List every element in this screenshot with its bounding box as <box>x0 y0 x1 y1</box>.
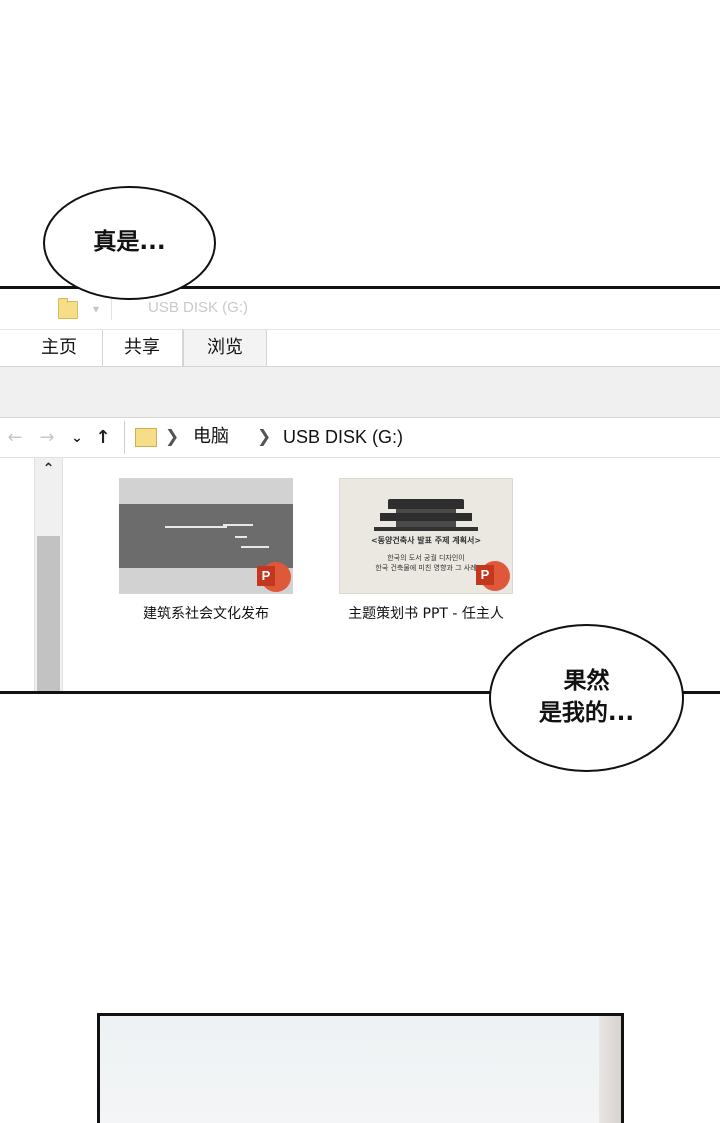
address-folder-icon <box>135 428 157 447</box>
chevron-right-icon[interactable]: ❯ <box>257 426 271 448</box>
window-title: USB DISK (G:) <box>148 299 249 316</box>
speech-text: 果然 是我的... <box>539 666 634 729</box>
powerpoint-icon: P <box>476 561 510 591</box>
slide-text-line <box>165 526 227 528</box>
up-arrow-icon[interactable]: ↑ <box>92 424 114 452</box>
temple-illustration <box>374 527 478 531</box>
powerpoint-icon: P <box>257 562 291 592</box>
temple-illustration <box>380 513 472 521</box>
navigation-bar: ← → ⌄ ↑ ❯ 电脑 ❯ USB DISK (G:) <box>0 419 720 458</box>
scroll-up-icon[interactable]: ⌃ <box>35 458 62 480</box>
recent-locations-icon[interactable]: ⌄ <box>66 424 88 452</box>
ribbon-tabs: 主页 共享 浏览 <box>0 329 720 367</box>
slide-text-line <box>235 536 247 538</box>
speech-line: 是我的... <box>538 700 635 726</box>
slide-text-line <box>223 524 253 526</box>
tab-share[interactable]: 共享 <box>102 330 183 366</box>
file-item-architecture-release[interactable]: P 建筑系社会文化发布 <box>106 478 306 623</box>
scroll-thumb[interactable] <box>37 536 60 691</box>
slide-heading: <동양건축사 발표 주제 계획서> <box>370 536 482 545</box>
speech-line: 果然 <box>563 668 610 695</box>
vertical-scrollbar[interactable]: ⌃ <box>34 458 63 691</box>
title-separator <box>111 298 112 320</box>
chevron-right-icon[interactable]: ❯ <box>165 426 179 448</box>
temple-illustration <box>388 499 464 509</box>
file-name: 主题策划书 PPT - 任主人 <box>348 606 504 622</box>
back-icon[interactable]: ← <box>4 424 26 452</box>
speech-bubble-top: 真是... <box>43 186 216 300</box>
tab-view[interactable]: 浏览 <box>183 330 267 366</box>
breadcrumb-computer[interactable]: 电脑 <box>193 426 229 448</box>
ribbon-body <box>0 367 720 418</box>
slide-band <box>119 504 293 568</box>
speech-bubble-bottom: 果然 是我的... <box>489 624 684 772</box>
tab-home[interactable]: 主页 <box>16 330 103 366</box>
forward-icon[interactable]: → <box>36 424 58 452</box>
file-item-theme-plan[interactable]: <동양건축사 발표 주제 계획서> 한국의 도서 궁궐 디자인이 한국 건축물에… <box>326 478 526 623</box>
quick-access-dropdown-icon[interactable]: ▾ <box>90 302 102 316</box>
file-thumbnail: P <box>119 478 293 594</box>
folder-icon <box>58 298 78 319</box>
slide-text-line <box>241 546 269 548</box>
speech-text: 真是... <box>93 229 166 256</box>
file-thumbnail: <동양건축사 발표 주제 계획서> 한국의 도서 궁궐 디자인이 한국 건축물에… <box>339 478 513 594</box>
next-comic-panel <box>97 1013 624 1123</box>
breadcrumb-usb-disk[interactable]: USB DISK (G:) <box>283 426 403 448</box>
file-name: 建筑系社会文化发布 <box>143 606 269 622</box>
panel-edge <box>599 1016 621 1123</box>
address-bar[interactable]: ❯ 电脑 ❯ USB DISK (G:) <box>124 421 720 454</box>
